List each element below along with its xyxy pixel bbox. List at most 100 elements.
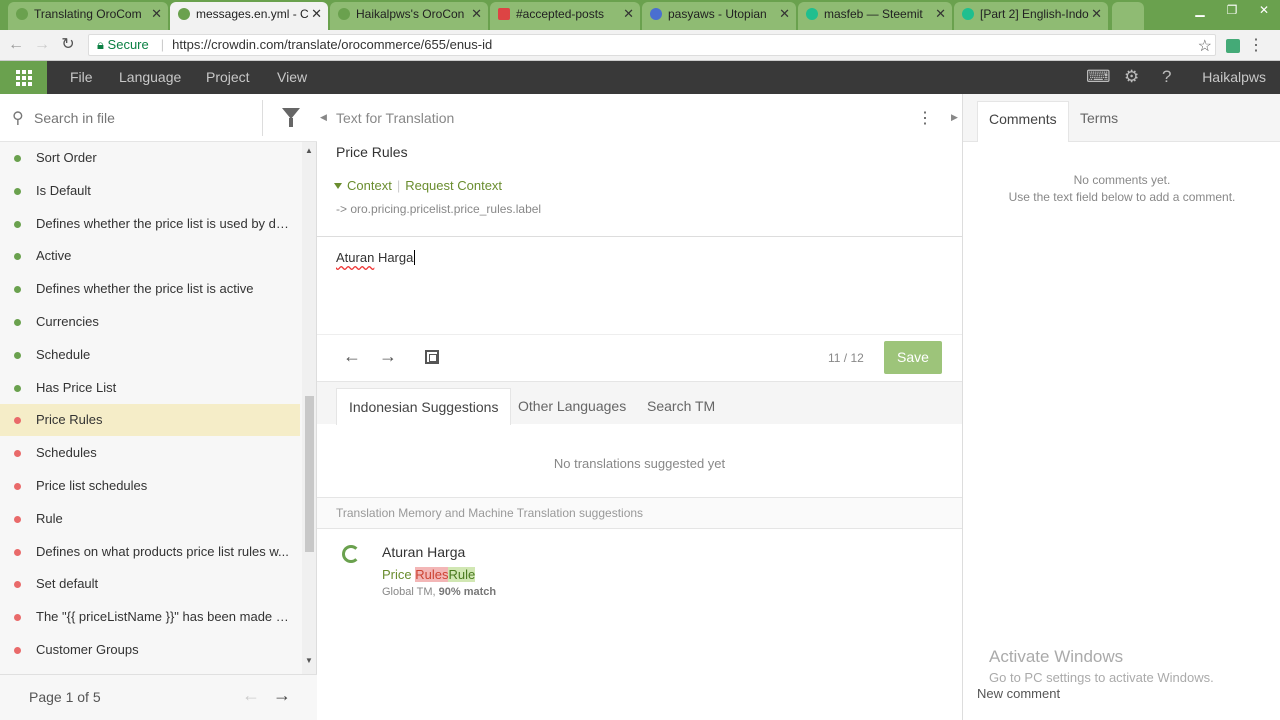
tab-other-languages[interactable]: Other Languages [506,388,638,425]
tab-comments[interactable]: Comments [977,101,1069,142]
next-page-icon[interactable]: → [273,685,291,706]
browser-tab-5[interactable]: pasyaws - Utopian ✕ [642,2,796,30]
collapse-left-icon[interactable]: ◀ [320,112,327,123]
scrollbar[interactable]: ▲ ▼ [302,142,316,674]
back-icon[interactable]: ← [6,35,26,55]
scrollbar-thumb[interactable] [305,396,314,552]
gear-icon[interactable]: ⚙ [1124,67,1139,87]
menu-project[interactable]: Project [206,61,250,94]
status-dot-icon [14,319,21,326]
copy-source-icon[interactable] [425,350,439,364]
caret-down-icon[interactable] [334,183,342,189]
close-tab-icon[interactable]: ✕ [1091,2,1102,26]
status-dot-icon [14,483,21,490]
list-item-label: Sort Order [36,150,97,165]
translation-word: Aturan [336,250,375,265]
list-item[interactable]: Schedules [0,437,300,469]
new-comment-field[interactable]: New comment [977,686,1060,701]
reload-icon[interactable]: ↻ [58,35,78,55]
close-tab-icon[interactable]: ✕ [623,2,634,26]
address-bar: ← → ↻ 🔒︎ Secure | https://crowdin.com/tran… [0,30,1280,61]
status-dot-icon [14,548,21,556]
tab-terms[interactable]: Terms [1069,101,1129,142]
context-toggle[interactable]: Context [347,178,392,193]
previous-string-icon[interactable]: ← [343,346,361,367]
bookmark-star-icon[interactable]: ☆ [1198,36,1212,56]
close-tab-icon[interactable]: ✕ [311,2,322,26]
list-item-label: Currencies [36,314,99,329]
search-input[interactable] [34,106,254,130]
list-item[interactable]: Has Price List [0,372,300,404]
maximize-icon[interactable]: ❐ [1216,0,1248,22]
forward-icon[interactable]: → [32,35,52,55]
url-field[interactable]: 🔒︎ Secure | https://crowdin.com/translate/… [88,34,1216,56]
list-item[interactable]: Customer Groups [0,634,300,666]
filter-icon[interactable] [282,108,300,127]
list-item[interactable]: Schedule [0,339,300,371]
browser-tab-3[interactable]: Haikalpws's OroCon ✕ [330,2,488,30]
string-list: Sort Order Is Default Defines whether the … [0,142,302,674]
list-item[interactable]: Currencies [0,306,300,338]
request-context-link[interactable]: Request Context [405,178,502,193]
new-tab-button[interactable] [1112,2,1144,30]
browser-tab-2[interactable]: messages.en.yml - C ✕ [170,2,328,30]
keyboard-icon[interactable]: ⌨ [1086,67,1111,87]
text-caret [414,250,416,265]
divider [262,100,263,136]
close-tab-icon[interactable]: ✕ [471,2,482,26]
list-item[interactable]: Rule [0,503,300,535]
list-item[interactable]: The "{{ priceListName }}" has been made … [0,601,300,633]
list-item[interactable]: Defines whether the price list is used b… [0,208,300,240]
user-menu[interactable]: Haikalpws [1202,61,1266,94]
right-tabs: Comments Terms [963,94,1280,142]
list-item[interactable]: Is Default [0,175,300,207]
menu-view[interactable]: View [277,61,307,94]
context-row: Context | Request Context [334,178,502,193]
status-dot-icon [14,253,21,261]
browser-tab-7[interactable]: [Part 2] English-Indo ✕ [954,2,1108,30]
next-string-icon[interactable]: → [379,346,397,367]
list-item[interactable]: Sort Order [0,142,300,174]
diff-text: Price [382,567,416,582]
help-icon[interactable]: ? [1162,67,1171,87]
status-dot-icon [14,187,21,195]
browser-tab-1[interactable]: Translating OroCom ✕ [8,2,168,30]
prev-page-icon[interactable]: ← [242,685,260,706]
more-options-icon[interactable]: ⋮ [917,108,933,128]
editor-panel: ◀ ▶ Text for Translation ⋮ Price Rules C… [317,94,962,720]
search-row: ⚲ [0,94,317,142]
close-tab-icon[interactable]: ✕ [779,2,790,26]
scroll-up-icon[interactable]: ▲ [305,146,313,155]
tm-suggestion[interactable]: Aturan Harga [382,544,465,560]
list-item[interactable]: Price Rules [0,404,300,437]
list-item[interactable]: Set default [0,568,300,600]
browser-tab-4[interactable]: #accepted-posts ✕ [490,2,640,30]
status-dot-icon [14,515,21,523]
context-key: -> oro.pricing.pricelist.price_rules.lab… [336,202,542,216]
window-close-icon[interactable]: ✕ [1248,0,1280,22]
extension-icon[interactable] [1226,39,1240,53]
list-item[interactable]: Price list schedules [0,470,300,502]
collapse-right-icon[interactable]: ▶ [951,112,958,123]
save-button[interactable]: Save [884,341,942,374]
menu-language[interactable]: Language [119,61,181,94]
minimize-icon[interactable]: ▁ [1184,0,1216,22]
list-item-label: Schedules [36,445,97,461]
url-text: https://crowdin.com/translate/orocommerc… [172,37,493,52]
translation-textarea[interactable]: Aturan Harga [336,250,416,265]
browser-tab-title: [Part 2] English-Indo [980,7,1089,21]
menu-file[interactable]: File [70,61,93,94]
close-tab-icon[interactable]: ✕ [151,2,162,26]
apps-grid-icon[interactable] [0,61,47,94]
tab-search-tm[interactable]: Search TM [635,388,727,425]
list-item[interactable]: Defines whether the price list is active [0,273,300,305]
crowdin-favicon-icon [16,8,28,20]
close-tab-icon[interactable]: ✕ [935,2,946,26]
list-item[interactable]: Defines on what products price list rule… [0,536,300,568]
scroll-down-icon[interactable]: ▼ [305,656,313,665]
tab-indonesian-suggestions[interactable]: Indonesian Suggestions [336,388,512,425]
no-comments-message: No comments yet. Use the text field belo… [963,172,1280,206]
list-item[interactable]: Active [0,240,300,272]
browser-menu-icon[interactable]: ⋮ [1248,35,1264,55]
browser-tab-6[interactable]: masfeb — Steemit ✕ [798,2,952,30]
